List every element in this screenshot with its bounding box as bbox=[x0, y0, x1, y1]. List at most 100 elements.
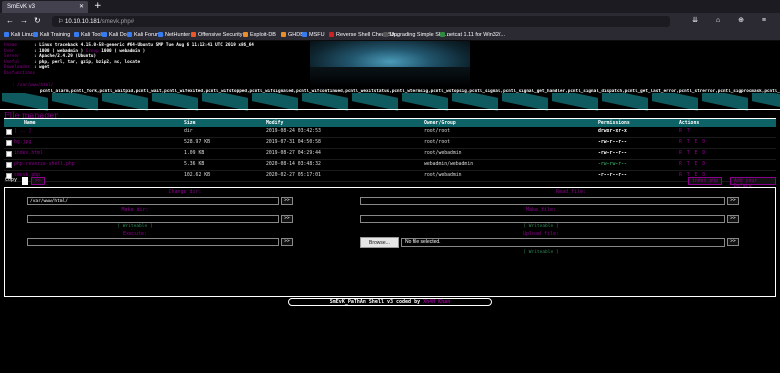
make-file-writable: [ Writeable ] bbox=[523, 224, 559, 229]
cwd-path[interactable]: : /var/www/html/ bbox=[12, 83, 53, 88]
change-dir-input[interactable]: /var/www/html/ bbox=[27, 197, 279, 205]
header-size: Size bbox=[184, 120, 196, 126]
bookmark-icon bbox=[102, 32, 107, 37]
bookmark-icon bbox=[4, 32, 9, 37]
bookmark-label: Offensive Security bbox=[198, 32, 243, 38]
footer-author[interactable]: Xh4H Khan bbox=[423, 299, 450, 305]
row-checkbox[interactable] bbox=[6, 151, 12, 157]
close-icon[interactable]: ✕ bbox=[79, 3, 84, 10]
file-permissions: -rw-r--r-- bbox=[598, 151, 627, 156]
browser-tab[interactable]: SmEvK v3 ✕ bbox=[2, 1, 88, 13]
footer-text: SmEvK_PaThAn Shell v3 coded by bbox=[329, 299, 421, 305]
bookmark-icon bbox=[383, 32, 388, 37]
banner-image bbox=[310, 41, 470, 87]
menu-stripes bbox=[0, 93, 780, 115]
bookmark-icon bbox=[33, 32, 38, 37]
bookmarks-bar: Kali Linux Kali Training Kali Tools Kali Do… bbox=[0, 30, 780, 41]
row-checkbox[interactable] bbox=[6, 140, 12, 146]
bookmark-item[interactable]: GHDB bbox=[281, 32, 304, 38]
file-size: 528.97 KB bbox=[184, 140, 210, 145]
forward-icon[interactable]: → bbox=[20, 16, 28, 25]
file-permissions: -rw-r--r-- bbox=[598, 140, 627, 145]
bookmark-item[interactable]: Exploit-DB bbox=[243, 32, 276, 38]
upload-field[interactable] bbox=[401, 238, 725, 247]
tab-title: SmEvK v3 bbox=[7, 4, 36, 10]
add-deface-button[interactable]: Add your Deface bbox=[730, 177, 776, 189]
read-file-input[interactable] bbox=[360, 197, 725, 205]
back-icon[interactable]: ← bbox=[6, 16, 14, 25]
browser-navbar: ← → ↻ ⚐ 10.10.10.181/smevk.php# ⇊ ⌂ ⊕ ≡ bbox=[0, 13, 780, 30]
table-header: Name Size Modify Owner/Group Permissions… bbox=[4, 119, 776, 127]
bookmark-item[interactable]: Kali Tools bbox=[74, 32, 104, 38]
file-actions[interactable]: R T bbox=[679, 129, 691, 134]
make-file-input[interactable] bbox=[360, 215, 725, 223]
file-modified: 2019-07-31 04:50:58 bbox=[266, 140, 321, 145]
row-checkbox[interactable] bbox=[6, 129, 12, 135]
file-modified: 2020-08-14 03:48:32 bbox=[266, 162, 321, 167]
file-actions[interactable]: R T E D bbox=[679, 140, 706, 145]
file-modified: 2019-08-27 04:29:44 bbox=[266, 151, 321, 156]
bookmark-label: Kali Training bbox=[40, 32, 71, 38]
bookmark-icon bbox=[440, 32, 445, 37]
bookmark-item[interactable]: MSFU bbox=[302, 32, 325, 38]
row-checkbox[interactable] bbox=[6, 162, 12, 168]
toolbar-icons[interactable]: ⇊ ⌂ ⊕ ≡ bbox=[692, 16, 774, 24]
file-table: Name Size Modify Owner/Group Permissions… bbox=[4, 119, 776, 182]
file-owner: webadmin/webadmin bbox=[424, 162, 474, 167]
browse-button[interactable]: Browse... bbox=[360, 237, 399, 248]
upload-writable: [ Writeable ] bbox=[523, 250, 559, 255]
url-path: /smevk.php# bbox=[100, 19, 135, 25]
bookmark-item[interactable]: Offensive Security bbox=[191, 32, 243, 38]
deface-file-input[interactable]: index.php bbox=[688, 177, 722, 185]
header-actions: Actions bbox=[679, 120, 700, 126]
downloader-value: : wget bbox=[34, 65, 50, 71]
change-dir-go[interactable]: >> bbox=[281, 197, 293, 205]
bookmark-icon bbox=[127, 32, 132, 37]
read-file-label: Read file: bbox=[555, 189, 587, 195]
bookmark-icon bbox=[74, 32, 79, 37]
shell-footer: SmEvK_PaThAn Shell v3 coded by Xh4H Khan bbox=[288, 298, 492, 306]
new-tab-icon[interactable]: + bbox=[94, 1, 102, 11]
header-modify: Modify bbox=[266, 120, 284, 126]
file-size: 5.36 KB bbox=[184, 162, 205, 167]
bookmark-item[interactable]: Kali Training bbox=[33, 32, 70, 38]
file-owner: root/webadmin bbox=[424, 151, 462, 156]
execute-go[interactable]: >> bbox=[281, 238, 293, 246]
upload-go[interactable]: >> bbox=[727, 238, 739, 246]
file-name[interactable]: bg.jpg bbox=[14, 140, 31, 145]
shell-page: Uname: Linux traceback 4.15.0-58-generic… bbox=[0, 41, 780, 373]
file-actions[interactable]: R T E D bbox=[679, 151, 706, 156]
make-dir-label: Make dir: bbox=[121, 207, 149, 213]
reload-icon[interactable]: ↻ bbox=[34, 16, 41, 25]
file-name[interactable]: php-reverse-shell.php bbox=[14, 162, 75, 167]
make-dir-input[interactable] bbox=[27, 215, 279, 223]
file-permissions: -rw-rw-r-- bbox=[598, 162, 627, 167]
file-name[interactable]: [ .. ] bbox=[14, 129, 31, 134]
copy-dropdown[interactable] bbox=[22, 177, 28, 185]
url-bar[interactable]: ⚐ 10.10.10.181/smevk.php# bbox=[52, 16, 670, 27]
copy-go-button[interactable]: >> bbox=[31, 177, 45, 185]
read-file-go[interactable]: >> bbox=[727, 197, 739, 205]
execute-input[interactable] bbox=[27, 238, 279, 246]
disfunctions-label: Disfunctions bbox=[4, 70, 36, 76]
server-value: : Apache/2.4.29 (Ubuntu) bbox=[34, 54, 97, 60]
bookmark-item[interactable]: Kali Linux bbox=[4, 32, 35, 38]
url-host: 10.10.10.181 bbox=[65, 19, 101, 25]
header-permissions: Permissions bbox=[598, 120, 630, 126]
make-file-go[interactable]: >> bbox=[727, 215, 739, 223]
bookmark-item[interactable]: NetHunter bbox=[158, 32, 190, 38]
group-value: 1000 ( webadmin ) bbox=[101, 48, 146, 54]
header-name: Name bbox=[24, 120, 36, 126]
copy-select[interactable]: Copy bbox=[5, 177, 17, 183]
bookmark-icon bbox=[281, 32, 286, 37]
table-row: index.html 1.09 KB 2019-08-27 04:29:44 root… bbox=[4, 149, 776, 160]
file-size: dir bbox=[184, 129, 193, 134]
make-dir-go[interactable]: >> bbox=[281, 215, 293, 223]
execute-label: Execute: bbox=[122, 231, 148, 237]
file-name[interactable]: index.html bbox=[14, 151, 43, 156]
bookmark-item[interactable]: netcat 1.11 for Win32/... bbox=[440, 32, 505, 38]
bookmark-icon bbox=[243, 32, 248, 37]
uname-value: : Linux traceback 4.15.0-58-generic #64-… bbox=[34, 43, 254, 48]
file-permissions: drwxr-xr-x bbox=[598, 129, 627, 134]
file-actions[interactable]: R T E D bbox=[679, 162, 706, 167]
